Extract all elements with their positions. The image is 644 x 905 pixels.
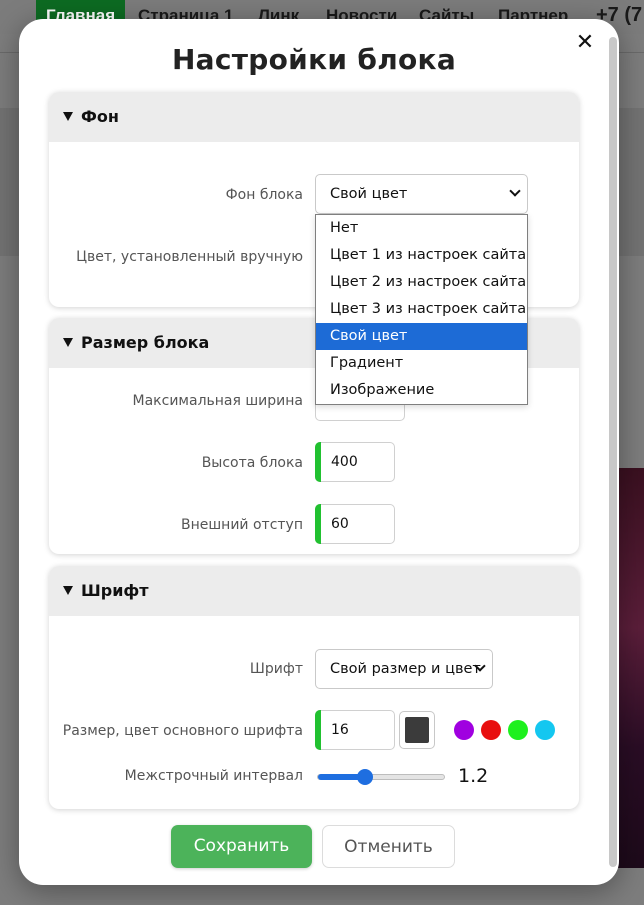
margin-value: 60	[331, 516, 349, 532]
section-title: Шрифт	[81, 581, 149, 600]
dropdown-option[interactable]: Свой цвет	[316, 323, 527, 350]
line-height-label: Межстрочный интервал	[124, 768, 303, 784]
section-font-header[interactable]: Шрифт	[49, 566, 579, 616]
palette-color-purple[interactable]	[454, 720, 474, 740]
modal-scrollbar[interactable]	[609, 37, 617, 867]
font-color-picker[interactable]	[399, 711, 435, 749]
dropdown-option[interactable]: Цвет 1 из настроек сайта	[316, 242, 527, 269]
height-value: 400	[331, 454, 358, 470]
height-label: Высота блока	[201, 455, 303, 471]
manual-color-label: Цвет, установленный вручную	[76, 249, 303, 265]
palette-color-red[interactable]	[481, 720, 501, 740]
palette-color-green[interactable]	[508, 720, 528, 740]
font-size-input[interactable]: 16	[315, 710, 395, 750]
triangle-down-icon	[63, 338, 73, 347]
color-swatch	[405, 717, 429, 743]
dropdown-option[interactable]: Градиент	[316, 350, 527, 377]
background-image	[618, 468, 644, 868]
line-height-slider[interactable]	[317, 769, 445, 785]
triangle-down-icon	[63, 112, 73, 121]
section-title: Фон	[81, 107, 119, 126]
bg-select-dropdown[interactable]: Нет Цвет 1 из настроек сайта Цвет 2 из н…	[315, 214, 528, 405]
size-color-label: Размер, цвет основного шрифта	[62, 723, 303, 739]
bg-label: Фон блока	[225, 187, 303, 203]
max-width-label: Максимальная ширина	[132, 393, 303, 409]
chevron-down-icon	[509, 185, 521, 197]
dropdown-option[interactable]: Нет	[316, 215, 527, 242]
slider-thumb[interactable]	[357, 769, 373, 785]
height-input[interactable]: 400	[315, 442, 395, 482]
font-select[interactable]: Свой размер и цвет	[315, 649, 493, 689]
font-size-value: 16	[331, 722, 349, 738]
bg-select[interactable]: Свой цвет	[315, 174, 528, 214]
dropdown-option[interactable]: Цвет 3 из настроек сайта	[316, 296, 527, 323]
bg-select-value: Свой цвет	[330, 186, 408, 202]
save-button[interactable]: Сохранить	[171, 825, 312, 868]
cancel-button[interactable]: Отменить	[322, 825, 455, 868]
modal-title: Настройки блока	[171, 43, 457, 76]
dropdown-option[interactable]: Изображение	[316, 377, 527, 404]
section-background-header[interactable]: Фон	[49, 92, 579, 142]
dropdown-option[interactable]: Цвет 2 из настроек сайта	[316, 269, 527, 296]
triangle-down-icon	[63, 586, 73, 595]
settings-modal: ✕ Настройки блока Фон Фон блока Свой цве…	[19, 19, 619, 885]
line-height-value: 1.2	[458, 765, 489, 787]
margin-label: Внешний отступ	[181, 517, 303, 533]
palette-color-cyan[interactable]	[535, 720, 555, 740]
font-label: Шрифт	[249, 661, 303, 677]
section-title: Размер блока	[81, 333, 210, 352]
font-select-value: Свой размер и цвет	[330, 661, 481, 677]
margin-input[interactable]: 60	[315, 504, 395, 544]
